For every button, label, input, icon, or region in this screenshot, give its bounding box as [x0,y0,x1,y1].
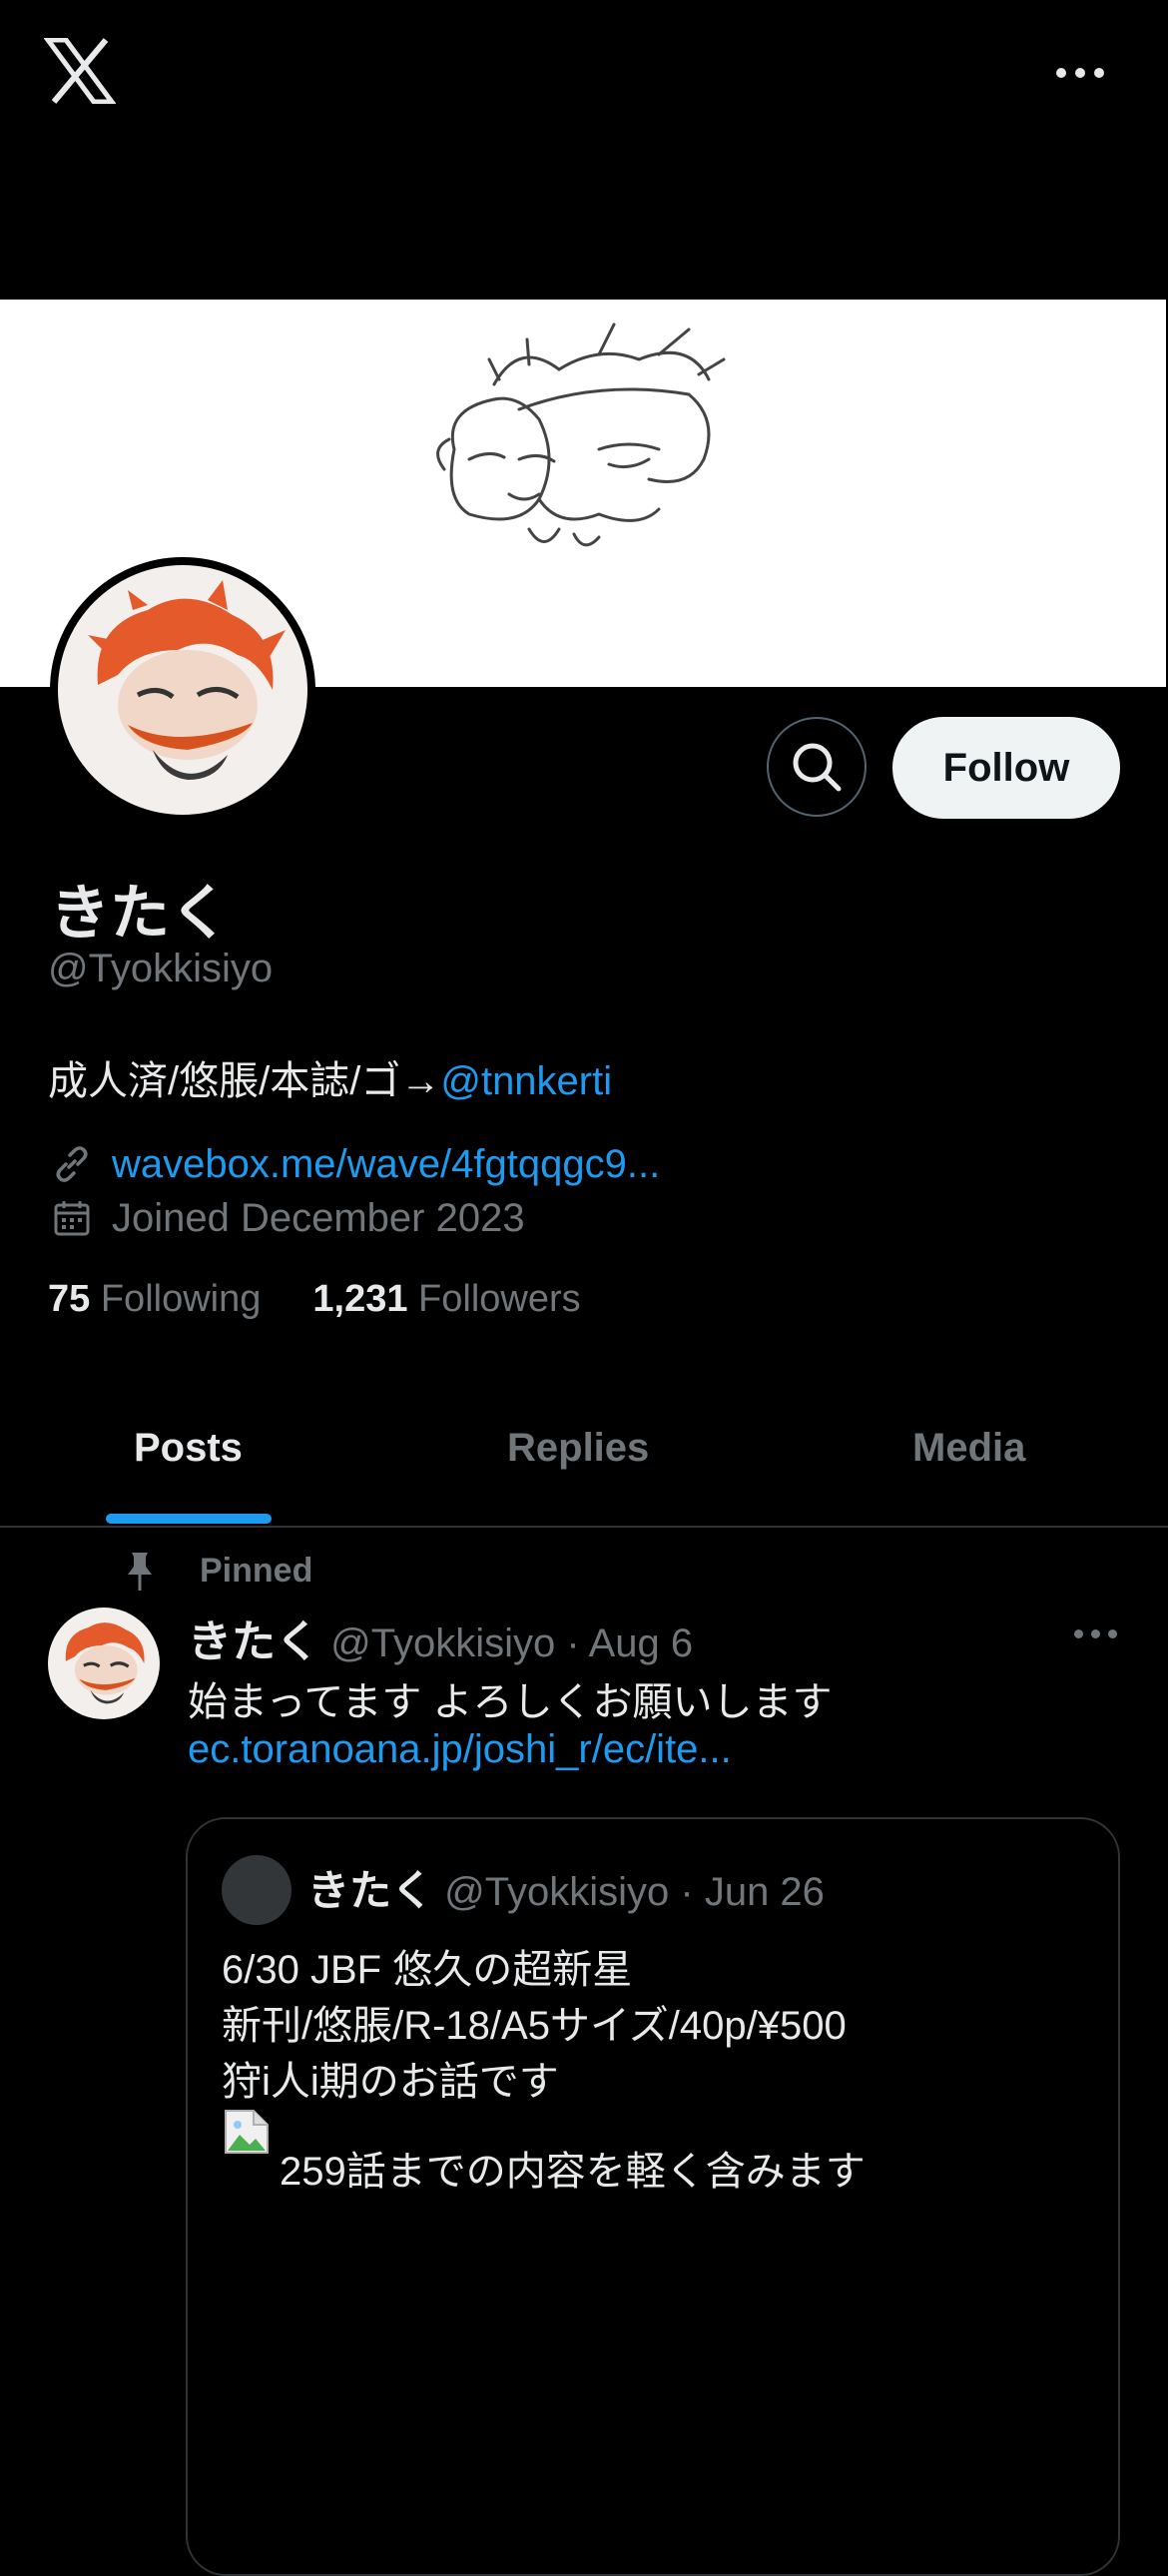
profile-avatar[interactable] [58,565,307,815]
bio-text: 成人済/悠脹/本誌/ゴ→ [48,1059,441,1103]
quoted-author-name: きたく [307,1867,434,1914]
following-label: Following [100,1278,262,1320]
quoted-image-caption: 259話までの内容を軽く含みます [280,2150,866,2194]
calendar-icon [54,1201,90,1236]
display-name: きたく [50,880,230,947]
followers-link[interactable]: 1,231 Followers [312,1278,580,1320]
x-logo-icon[interactable] [44,38,116,104]
follow-button[interactable]: Follow [892,717,1120,819]
pinned-label: Pinned [200,1551,313,1590]
joined-row: Joined December 2023 [50,1190,525,1246]
user-handle: @Tyokkisiyo [48,947,274,990]
quoted-text-line: 6/30 JBF 悠久の超新星 [222,1948,633,1992]
pinned-indicator: Pinned [120,1546,312,1596]
link-icon [56,1146,88,1182]
post-author-name[interactable]: きたく [188,1617,319,1666]
active-tab-indicator [106,1514,272,1524]
quoted-text-line: 新刊/悠脹/R-18/A5サイズ/40p/¥500 [222,2004,847,2048]
quoted-author-avatar [222,1855,292,1925]
following-link[interactable]: 75 Following [48,1278,261,1320]
post-more-icon[interactable] [1074,1627,1118,1641]
quoted-post-header: きたく @Tyokkisiyo · Jun 26 [307,1857,825,1918]
search-icon [793,743,842,792]
post-link[interactable]: ec.toranoana.jp/joshi_r/ec/ite... [188,1727,732,1772]
tab-media[interactable]: Media [912,1426,1025,1471]
quoted-post[interactable]: きたく @Tyokkisiyo · Jun 26 6/30 JBF 悠久の超新星… [186,1817,1120,2576]
broken-image-icon [225,2110,269,2154]
tab-posts[interactable]: Posts [134,1426,243,1471]
profile-tabs: Posts Replies Media [0,1398,1168,1528]
quoted-separator: · [680,1870,694,1914]
bio-mention-link[interactable]: @tnnkerti [440,1059,612,1103]
more-horizontal-icon[interactable] [1056,60,1112,84]
followers-count: 1,231 [312,1278,408,1320]
quoted-author-handle: @Tyokkisiyo [444,1870,670,1914]
top-bar [0,0,1168,150]
post-date[interactable]: Aug 6 [589,1621,694,1665]
follow-stats: 75 Following 1,231 Followers [48,1278,581,1321]
pin-icon [128,1553,152,1591]
profile-avatar-frame [50,557,315,823]
post-separator: · [566,1621,580,1665]
post-text: 始まってます よろしくお願いします [188,1680,833,1724]
followers-label: Followers [418,1278,581,1320]
following-count: 75 [48,1278,91,1320]
quoted-date: Jun 26 [704,1870,825,1914]
tab-replies[interactable]: Replies [507,1426,649,1471]
website-link[interactable]: wavebox.me/wave/4fgtqqgc9... [112,1142,660,1187]
post-author-avatar[interactable] [48,1608,160,1719]
quoted-text-line: 狩i人i期のお話です [222,2060,559,2104]
website-row: wavebox.me/wave/4fgtqqgc9... [50,1136,660,1192]
post-author-handle[interactable]: @Tyokkisiyo [330,1621,555,1665]
post-header: きたく @Tyokkisiyo · Aug 6 [188,1606,693,1669]
search-profile-button[interactable] [767,717,867,817]
joined-date: Joined December 2023 [112,1195,525,1240]
bio: 成人済/悠脹/本誌/ゴ→@tnnkerti [48,1048,612,1106]
